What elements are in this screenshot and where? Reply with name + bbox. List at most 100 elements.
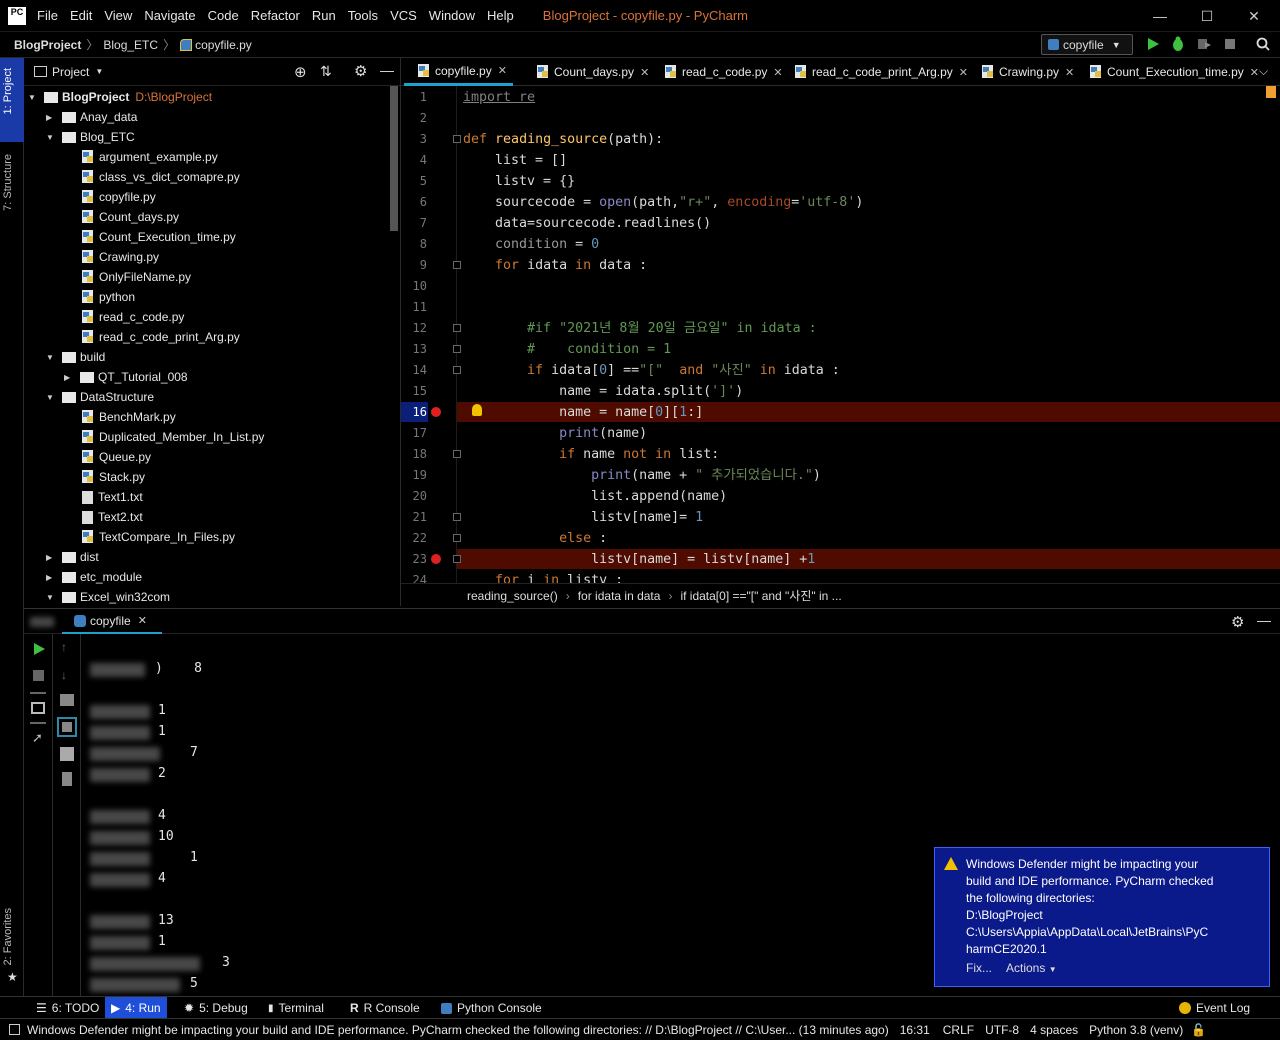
- clear-all-icon[interactable]: [62, 772, 72, 786]
- soft-wrap-icon[interactable]: [60, 694, 74, 706]
- tree-item[interactable]: ▶ dist: [46, 547, 99, 567]
- expanded-arrow-icon[interactable]: ▼: [46, 593, 56, 602]
- notification-fix-link[interactable]: Fix...: [966, 960, 992, 978]
- run-icon[interactable]: [1145, 36, 1161, 52]
- hide-panel-icon[interactable]: —: [380, 62, 394, 78]
- lock-icon[interactable]: 🔓: [1191, 1023, 1206, 1037]
- locate-target-icon[interactable]: ⊕: [294, 63, 307, 81]
- close-tab-icon[interactable]: ✕: [959, 66, 968, 79]
- notification-actions-link[interactable]: Actions ▼: [1006, 960, 1057, 978]
- tree-item[interactable]: ▶ Anay_data: [46, 107, 137, 127]
- expanded-arrow-icon[interactable]: ▼: [46, 353, 56, 362]
- tool-tab-python-console[interactable]: Python Console: [435, 997, 548, 1019]
- more-tabs-icon[interactable]: ⌵: [1259, 64, 1268, 79]
- gear-icon[interactable]: ⚙: [354, 62, 367, 80]
- tree-item[interactable]: copyfile.py: [82, 187, 156, 207]
- editor-crumb-function[interactable]: reading_source(): [467, 589, 558, 603]
- tool-tab-terminal[interactable]: ▮ Terminal: [262, 997, 330, 1019]
- tool-tab-structure[interactable]: 7: Structure: [2, 154, 14, 211]
- maximize-icon[interactable]: ☐: [1197, 6, 1217, 26]
- gear-icon[interactable]: ⚙: [1231, 613, 1244, 631]
- fold-marker-icon[interactable]: [453, 534, 461, 542]
- fold-marker-icon[interactable]: [453, 555, 461, 563]
- menu-tools[interactable]: Tools: [347, 8, 379, 23]
- project-scrollbar[interactable]: [390, 86, 398, 231]
- tree-item[interactable]: ▼ Blog_ETC: [46, 127, 135, 147]
- menu-code[interactable]: Code: [207, 8, 240, 23]
- tree-item[interactable]: python: [82, 287, 135, 307]
- breadcrumb-file[interactable]: copyfile.py: [195, 38, 252, 52]
- tree-item[interactable]: Duplicated_Member_In_List.py: [82, 427, 264, 447]
- tree-item[interactable]: ▼ Excel_win32com: [46, 587, 170, 606]
- menu-navigate[interactable]: Navigate: [143, 8, 196, 23]
- editor-tab[interactable]: read_c_code_print_Arg.py ✕: [781, 58, 968, 86]
- menu-file[interactable]: File: [36, 8, 59, 23]
- fold-marker-icon[interactable]: [453, 324, 461, 332]
- collapsed-arrow-icon[interactable]: ▶: [46, 553, 56, 562]
- tool-tab-favorites[interactable]: 2: Favorites: [2, 908, 14, 965]
- close-tab-icon[interactable]: ✕: [138, 614, 147, 627]
- status-interpreter[interactable]: Python 3.8 (venv): [1089, 1023, 1183, 1037]
- collapse-all-icon[interactable]: ⇅: [320, 63, 332, 80]
- breadcrumb-folder[interactable]: Blog_ETC: [103, 38, 158, 52]
- tool-tab-r-console[interactable]: R R Console: [344, 997, 426, 1019]
- close-tab-icon[interactable]: ✕: [498, 64, 507, 77]
- tree-item[interactable]: Text2.txt: [82, 507, 143, 527]
- tree-item[interactable]: Stack.py: [82, 467, 145, 487]
- tree-item[interactable]: Count_Execution_time.py: [82, 227, 236, 247]
- scroll-up-icon[interactable]: ↑: [61, 640, 67, 654]
- expanded-arrow-icon[interactable]: ▼: [46, 393, 56, 402]
- tree-root[interactable]: ▼ BlogProject D:\BlogProject: [28, 87, 212, 107]
- tool-tab-debug[interactable]: ✹ 5: Debug: [178, 997, 254, 1019]
- fold-marker-icon[interactable]: [453, 261, 461, 269]
- tool-tab-todo[interactable]: ☰ 6: TODO: [30, 997, 105, 1019]
- status-caret-position[interactable]: 16:31: [900, 1023, 930, 1037]
- tree-item[interactable]: ▼ build: [46, 347, 105, 367]
- fold-marker-icon[interactable]: [453, 513, 461, 521]
- fold-marker-icon[interactable]: [453, 345, 461, 353]
- stop-icon[interactable]: [1222, 36, 1238, 52]
- menu-edit[interactable]: Edit: [69, 8, 93, 23]
- tool-tab-event-log[interactable]: Event Log: [1173, 997, 1256, 1019]
- tree-item[interactable]: TextCompare_In_Files.py: [82, 527, 235, 547]
- expanded-arrow-icon[interactable]: ▼: [46, 133, 56, 142]
- collapsed-arrow-icon[interactable]: ▶: [64, 373, 74, 382]
- tree-item[interactable]: read_c_code.py: [82, 307, 184, 327]
- editor-tab[interactable]: Count_days.py ✕: [523, 58, 649, 86]
- run-configuration-select[interactable]: copyfile ▼: [1041, 34, 1133, 55]
- close-tab-icon[interactable]: ✕: [1250, 66, 1259, 79]
- scroll-down-icon[interactable]: ↓: [61, 668, 67, 682]
- status-indent[interactable]: 4 spaces: [1030, 1023, 1078, 1037]
- menu-view[interactable]: View: [103, 8, 133, 23]
- code-editor[interactable]: 1 import re 2 3 def reading_source(path): 4 l…: [401, 86, 1280, 583]
- print-icon[interactable]: [60, 747, 74, 761]
- editor-tab[interactable]: Count_Execution_time.py ✕: [1076, 58, 1259, 86]
- debug-icon[interactable]: [1170, 36, 1186, 52]
- minimize-icon[interactable]: —: [1150, 6, 1170, 26]
- search-everywhere-icon[interactable]: [1255, 36, 1271, 52]
- rerun-icon[interactable]: [32, 642, 46, 656]
- status-encoding[interactable]: UTF-8: [985, 1023, 1019, 1037]
- menu-help[interactable]: Help: [486, 8, 515, 23]
- tree-item[interactable]: Count_days.py: [82, 207, 179, 227]
- pin-tab-icon[interactable]: ➚: [32, 730, 43, 746]
- menu-run[interactable]: Run: [311, 8, 337, 23]
- editor-crumb-if[interactable]: if idata[0] =="[" and "사진" in ...: [680, 587, 841, 604]
- tree-item[interactable]: OnlyFileName.py: [82, 267, 191, 287]
- restore-layout-icon[interactable]: [31, 702, 45, 714]
- status-toggle-icon[interactable]: [9, 1024, 20, 1035]
- breakpoint-icon[interactable]: [431, 407, 441, 417]
- close-tab-icon[interactable]: ✕: [640, 66, 649, 79]
- stop-icon[interactable]: [33, 670, 44, 681]
- status-line-separator[interactable]: CRLF: [943, 1023, 974, 1037]
- tree-item[interactable]: BenchMark.py: [82, 407, 176, 427]
- tree-item[interactable]: class_vs_dict_comapre.py: [82, 167, 240, 187]
- editor-tab[interactable]: read_c_code.py ✕: [651, 58, 783, 86]
- hide-panel-icon[interactable]: —: [1257, 612, 1271, 628]
- editor-tab[interactable]: Crawing.py ✕: [968, 58, 1074, 86]
- breadcrumb-project[interactable]: BlogProject: [14, 38, 81, 52]
- editor-tab[interactable]: copyfile.py ✕: [404, 58, 513, 86]
- tree-item[interactable]: read_c_code_print_Arg.py: [82, 327, 240, 347]
- menu-window[interactable]: Window: [428, 8, 476, 23]
- tree-item[interactable]: argument_example.py: [82, 147, 218, 167]
